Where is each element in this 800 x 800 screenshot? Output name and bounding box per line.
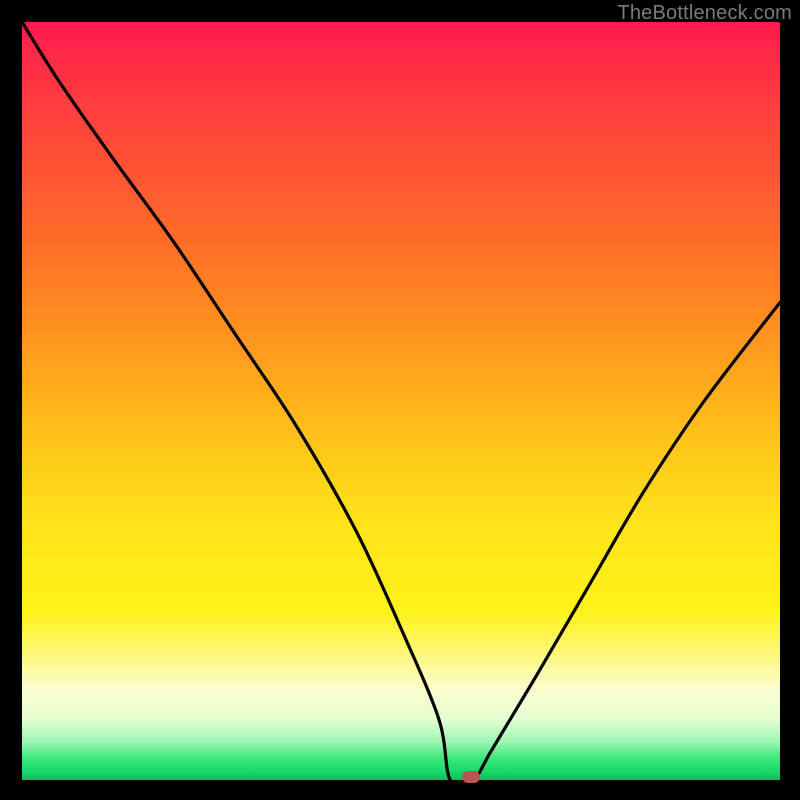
bottleneck-curve	[22, 22, 780, 786]
chart-frame: TheBottleneck.com	[0, 0, 800, 800]
curve-svg	[22, 22, 780, 780]
plot-area	[22, 22, 780, 780]
minimum-marker	[462, 771, 480, 783]
